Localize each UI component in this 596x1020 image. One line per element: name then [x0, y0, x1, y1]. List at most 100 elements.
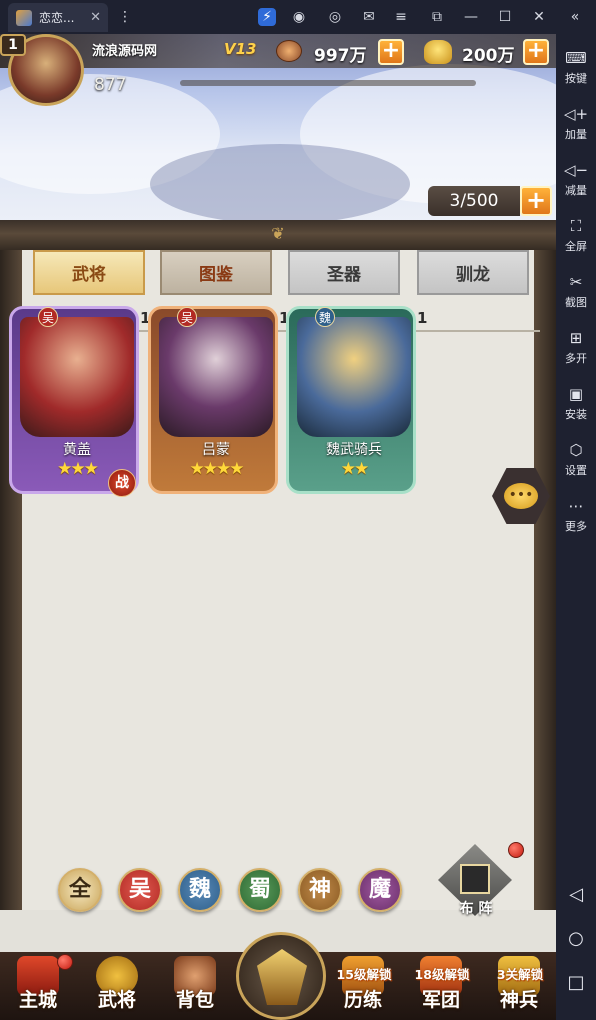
hero-stars: ★★	[340, 459, 369, 479]
add-copper-button[interactable]: +	[378, 39, 404, 65]
sidebar-install[interactable]: ▣ 安装	[556, 384, 596, 422]
app-tab[interactable]: 恋恋... ✕	[8, 3, 108, 32]
nav-label: 神兵	[499, 989, 538, 1011]
formation-label: 布 阵	[459, 901, 493, 917]
restore-window-icon[interactable]: ⧉	[428, 8, 446, 26]
account-icon[interactable]: ◎	[326, 8, 344, 26]
volume-down-icon: ◁−	[563, 161, 589, 179]
mail-icon[interactable]: ✉	[360, 8, 378, 26]
filter-shen[interactable]: 神	[298, 868, 342, 912]
expand-capacity-button[interactable]: +	[520, 186, 552, 216]
fullscreen-icon: ⛶	[570, 217, 582, 235]
volume-up-icon: ◁+	[563, 105, 589, 123]
sidebar-label: 设置	[565, 464, 587, 477]
nav-main-city[interactable]: 主城	[5, 952, 73, 1020]
nav-bag[interactable]: 背包	[162, 952, 228, 1020]
sidebar-settings[interactable]: ⬡ 设置	[556, 440, 596, 478]
emulator-titlebar: 恋恋... ✕ ⋮ ⚡ ◉ ◎ ✉ ≡ ⧉ — ☐ ✕ «	[0, 0, 596, 34]
player-level-badge: 1	[0, 34, 26, 56]
hero-portrait	[159, 317, 273, 437]
sidebar-multi[interactable]: ⊞ 多开	[556, 328, 596, 366]
filter-mo[interactable]: 魔	[358, 868, 402, 912]
copper-amount: 997万	[314, 46, 367, 66]
tab-heroes-label: 武将	[72, 265, 106, 285]
exp-bar	[180, 80, 476, 86]
sidebar-label: 多开	[565, 352, 587, 365]
boost-icon[interactable]: ⚡	[258, 8, 276, 26]
collapse-sidebar-icon[interactable]: «	[566, 8, 584, 26]
sidebar-label: 加量	[565, 128, 587, 141]
nav-legion[interactable]: 18级解锁 军团	[408, 952, 474, 1020]
sidebar-keymap[interactable]: ⌨ 按键	[556, 48, 596, 86]
more-icon: ⋯	[568, 497, 584, 515]
tab-heroes[interactable]: 武将	[33, 250, 145, 295]
gamepad-icon[interactable]: ◉	[290, 8, 308, 26]
filter-all[interactable]: 全	[58, 868, 102, 912]
close-window-icon[interactable]: ✕	[530, 8, 548, 26]
in-battle-badge: 战	[108, 469, 136, 497]
tab-artifacts[interactable]: 圣器	[288, 250, 400, 295]
vip-badge[interactable]: V13	[224, 40, 256, 58]
menu-dots-icon[interactable]: ⋮	[116, 8, 134, 26]
nav-label: 背包	[175, 989, 214, 1011]
notify-dot	[57, 954, 73, 970]
filter-wu[interactable]: 吴	[118, 868, 162, 912]
app-tab-title: 恋恋...	[39, 11, 75, 25]
tab-dragon[interactable]: 驯龙	[417, 250, 529, 295]
maximize-icon[interactable]: ☐	[496, 8, 514, 26]
apk-install-icon: ▣	[568, 385, 584, 403]
nav-divine-weapon[interactable]: 3关解锁 神兵	[486, 952, 552, 1020]
sidebar-volume-down[interactable]: ◁− 减量	[556, 160, 596, 198]
power-value: 877	[94, 75, 127, 95]
android-recents-button[interactable]: □	[556, 972, 596, 993]
nav-label: 历练	[343, 989, 382, 1011]
filter-wei[interactable]: 魏	[178, 868, 222, 912]
game-viewport: 1 流浪源码网 V13 877 997万 + 200万 + 3/500 + ❦ …	[0, 34, 556, 1020]
minimize-icon[interactable]: —	[462, 8, 480, 26]
hero-card-lvmeng[interactable]: 吴 1 吕蒙 ★★★★	[148, 306, 289, 494]
add-gold-button[interactable]: +	[523, 39, 549, 65]
android-back-button[interactable]: ◁	[556, 884, 596, 905]
app-icon	[16, 9, 32, 26]
gold-amount: 200万	[462, 46, 515, 66]
recents-square-icon: □	[567, 972, 585, 993]
sidebar-label: 全屏	[565, 240, 587, 253]
hero-count: 1	[417, 309, 428, 327]
nav-training[interactable]: 15级解锁 历练	[330, 952, 396, 1020]
android-home-button[interactable]: ○	[556, 928, 596, 949]
player-name: 流浪源码网	[92, 44, 158, 59]
sidebar-screenshot[interactable]: ✂ 截图	[556, 272, 596, 310]
nav-label: 军团	[421, 989, 460, 1011]
hero-name: 魏武骑兵	[326, 442, 382, 458]
home-circle-icon: ○	[568, 928, 584, 949]
hero-card-wei-cavalry[interactable]: 魏 1 魏武骑兵 ★★	[286, 306, 427, 494]
formation-notify-dot	[508, 842, 524, 858]
kingdom-badge: 吴	[38, 307, 58, 327]
hero-card-huanggai[interactable]: 吴 1 黄盖 ★★★ 战	[9, 306, 150, 497]
sidebar-label: 截图	[565, 296, 587, 309]
hero-name: 黄盖	[63, 442, 91, 458]
tab-codex[interactable]: 图鉴	[160, 250, 272, 295]
filter-shu[interactable]: 蜀	[238, 868, 282, 912]
close-tab-icon[interactable]: ✕	[90, 10, 101, 25]
sidebar-label: 更多	[565, 520, 587, 533]
back-triangle-icon: ◁	[569, 884, 583, 905]
hero-stars: ★★★★	[189, 459, 245, 479]
nav-battle-button[interactable]	[236, 932, 326, 1020]
tab-artifacts-label: 圣器	[327, 265, 361, 285]
settings-icon: ⬡	[569, 441, 583, 459]
sidebar-more[interactable]: ⋯ 更多	[556, 496, 596, 534]
sidebar-volume-up[interactable]: ◁+ 加量	[556, 104, 596, 142]
sidebar-fullscreen[interactable]: ⛶ 全屏	[556, 216, 596, 254]
kingdom-badge: 吴	[177, 307, 197, 327]
hamburger-menu-icon[interactable]: ≡	[392, 8, 410, 26]
hero-capacity: 3/500	[428, 186, 520, 216]
keyboard-icon: ⌨	[565, 49, 587, 67]
hero-portrait	[297, 317, 411, 437]
lock-hint: 18级解锁	[414, 967, 470, 982]
copper-coin-icon	[276, 40, 302, 62]
nav-heroes[interactable]: 武将	[84, 952, 150, 1020]
sword-emblem-icon	[257, 949, 307, 1005]
nav-label: 武将	[97, 989, 136, 1011]
nav-label: 主城	[18, 989, 57, 1011]
